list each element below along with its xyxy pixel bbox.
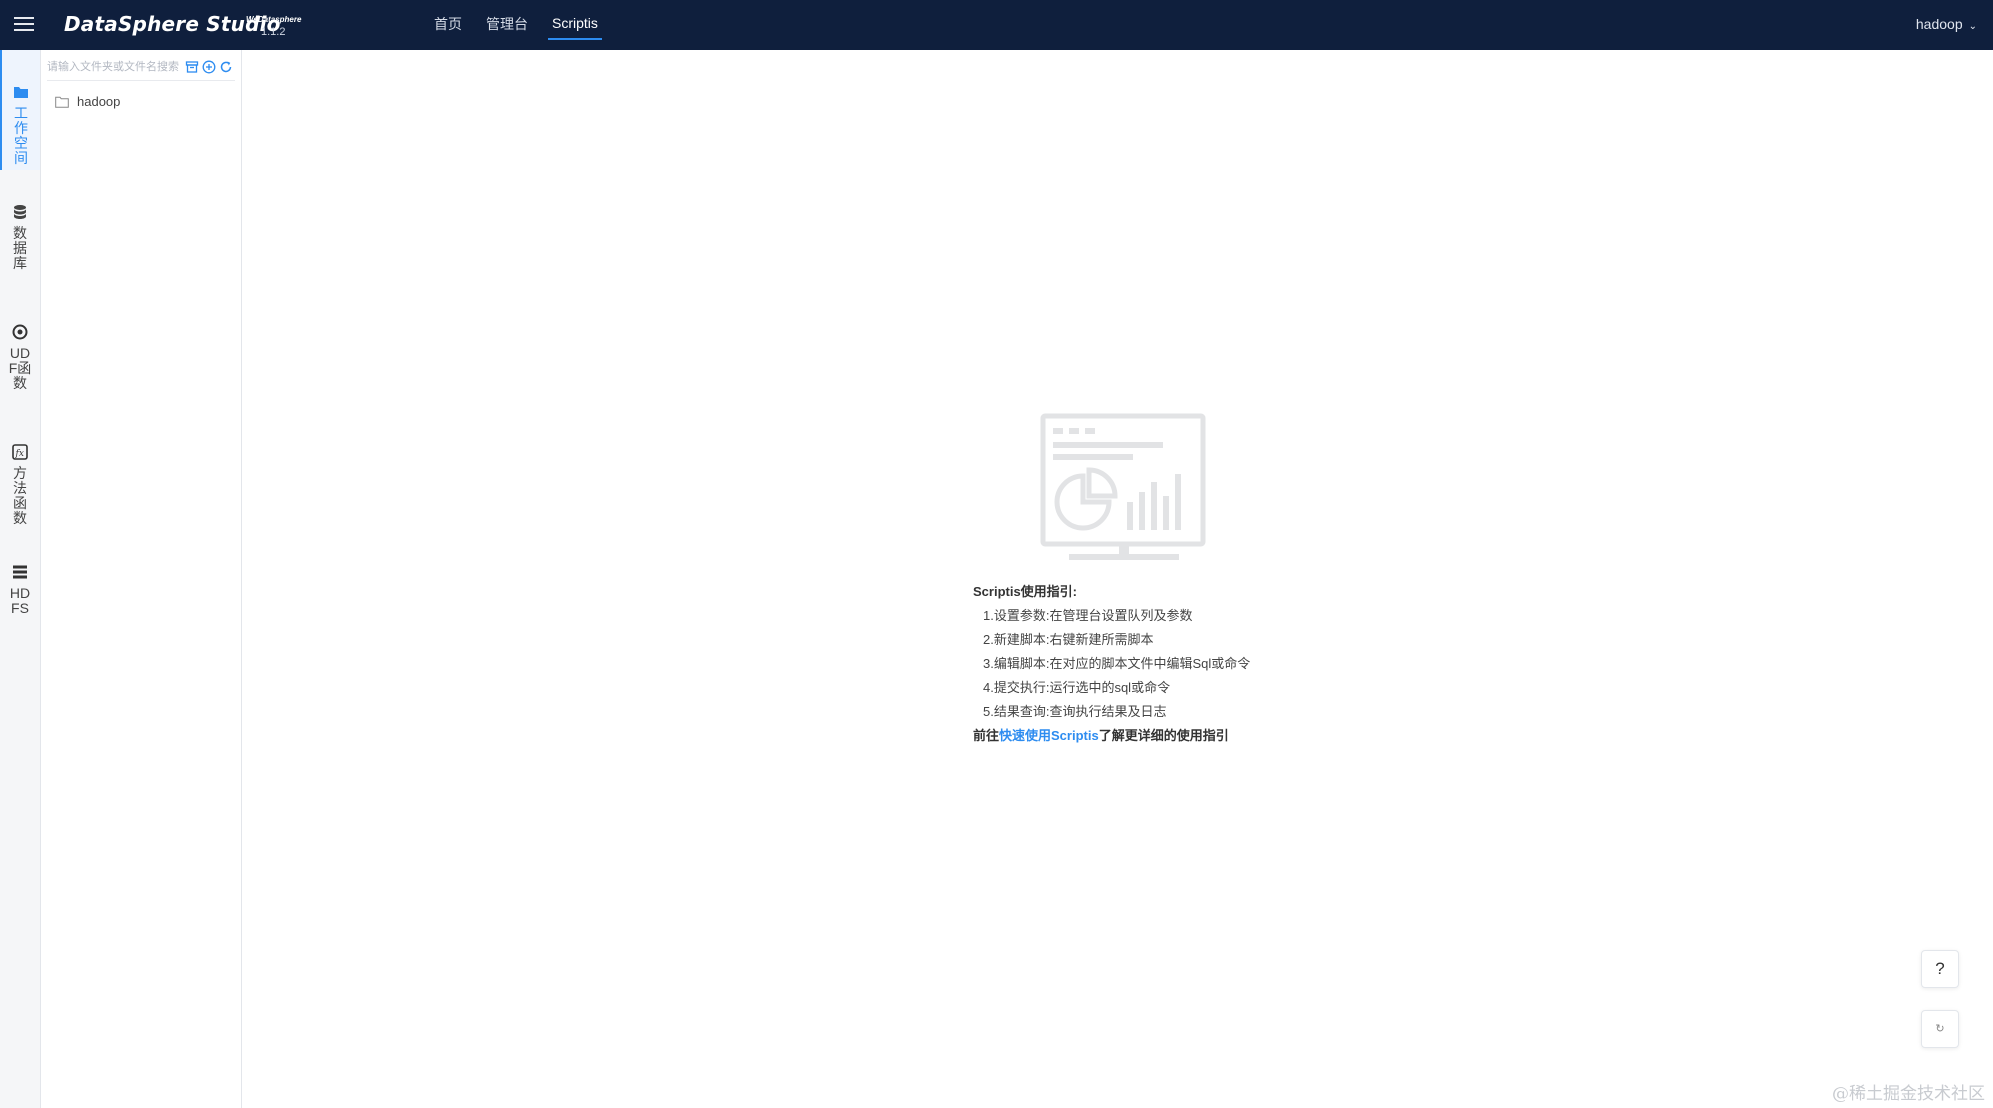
hdfs-icon [13, 565, 27, 579]
brand-logo: DataSphere Studio WeDatasphere 1.1.2 [64, 12, 301, 38]
rail-item-database[interactable]: 数据库 [0, 170, 40, 290]
top-nav: 首页 管理台 Scriptis [430, 0, 618, 50]
database-icon [14, 205, 26, 219]
guide-step: 4.提交执行:运行选中的sql或命令 [983, 680, 1171, 695]
side-rail: 工作空间 数据库 UDF函数 fx 方法函数 HDFS [0, 50, 41, 1108]
tree-item-folder[interactable]: hadoop [55, 94, 120, 109]
secondary-float-button[interactable]: ↻ [1921, 1010, 1959, 1048]
rail-item-hdfs[interactable]: HDFS [0, 530, 40, 650]
search-input[interactable] [47, 56, 183, 78]
nav-item-console[interactable]: 管理台 [482, 0, 532, 50]
main-content: Scriptis使用指引: 1.设置参数:在管理台设置队列及参数 2.新建脚本:… [242, 50, 1993, 1108]
help-button[interactable]: ? [1921, 950, 1959, 988]
user-name: hadoop [1915, 16, 1963, 32]
guide-step: 2.新建脚本:右键新建所需脚本 [983, 632, 1154, 647]
guide-step: 3.编辑脚本:在对应的脚本文件中编辑Sql或命令 [983, 656, 1251, 671]
usage-guide: Scriptis使用指引: 1.设置参数:在管理台设置队列及参数 2.新建脚本:… [973, 580, 1250, 748]
rail-item-udf[interactable]: UDF函数 [0, 290, 40, 410]
quick-start-link[interactable]: 快速使用Scriptis [999, 728, 1099, 743]
nav-item-scriptis[interactable]: Scriptis [548, 0, 602, 40]
rail-item-function[interactable]: fx 方法函数 [0, 410, 40, 530]
chevron-down-icon: ⌄ [1968, 21, 1977, 32]
guide-footer-suffix: 了解更详细的使用指引 [1098, 728, 1229, 743]
panel-toolbar [185, 60, 233, 74]
rail-label: UDF函数 [8, 345, 32, 391]
file-panel: hadoop [41, 50, 242, 1108]
folder-icon [14, 87, 28, 98]
brand-version: 1.1.2 [261, 26, 286, 38]
watermark: @稀土掘金技术社区 [1832, 1084, 1985, 1104]
top-bar: DataSphere Studio WeDatasphere 1.1.2 首页 … [0, 0, 1993, 50]
guide-step: 5.结果查询:查询执行结果及日志 [983, 704, 1167, 719]
udf-icon [12, 324, 28, 340]
rail-label: 数据库 [13, 225, 27, 271]
nav-item-home[interactable]: 首页 [430, 0, 466, 50]
archive-icon[interactable] [185, 60, 199, 74]
rail-label: 方法函数 [13, 465, 27, 526]
search-row [47, 56, 235, 81]
guide-title: Scriptis使用指引: [973, 584, 1078, 599]
rail-item-workspace[interactable]: 工作空间 [0, 50, 40, 170]
hamburger-icon[interactable] [12, 13, 36, 37]
guide-footer: 前往快速使用Scriptis了解更详细的使用指引 [973, 724, 1250, 748]
function-icon: fx [12, 444, 28, 460]
guide-step: 1.设置参数:在管理台设置队列及参数 [983, 608, 1193, 623]
rail-label: HDFS [9, 585, 31, 616]
dashboard-illustration-icon [1040, 413, 1206, 560]
brand-subtitle: WeDatasphere [246, 15, 302, 24]
guide-footer-prefix: 前往 [973, 728, 1000, 743]
svg-text:fx: fx [15, 449, 24, 459]
refresh-icon[interactable] [219, 60, 233, 74]
add-circle-icon[interactable] [202, 60, 216, 74]
user-menu[interactable]: hadoop ⌄ [1916, 16, 1977, 32]
rail-label: 工作空间 [14, 105, 28, 166]
tree-item-label: hadoop [77, 94, 121, 109]
folder-outline-icon [55, 96, 69, 108]
